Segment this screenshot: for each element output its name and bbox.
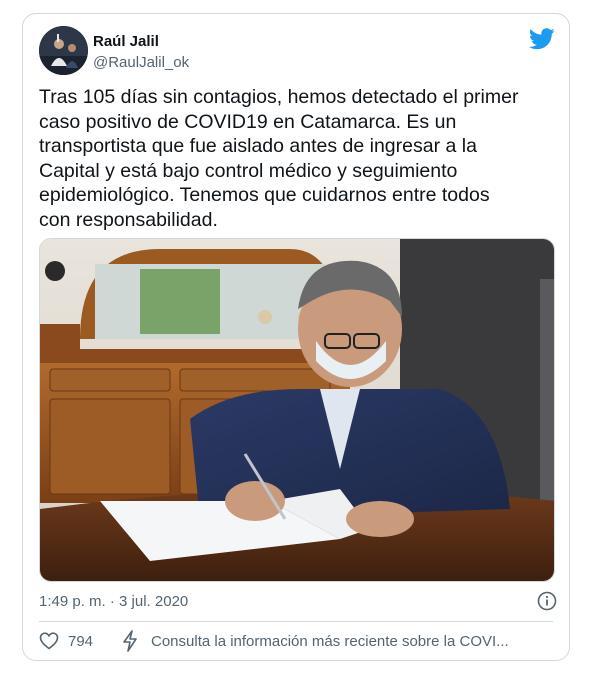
heart-icon[interactable] (39, 631, 59, 651)
tweet-timestamp[interactable]: 1:49 p. m. · 3 jul. 2020 (39, 593, 188, 610)
tweet-card: Raúl Jalil @RaulJalil_ok Tras 105 días s… (22, 13, 570, 661)
like-count: 794 (68, 633, 94, 650)
tweet-photo[interactable] (39, 238, 555, 582)
author-handle[interactable]: @RaulJalil_ok (93, 54, 189, 71)
info-icon[interactable] (537, 591, 557, 611)
lightning-icon (123, 630, 137, 652)
twitter-bird-icon[interactable] (529, 28, 555, 50)
avatar[interactable] (39, 26, 88, 75)
tweet-text: Tras 105 días sin contagios, hemos detec… (39, 86, 519, 231)
divider (39, 621, 553, 622)
author-name[interactable]: Raúl Jalil (93, 33, 159, 50)
covid-info-link[interactable]: Consulta la información más reciente sob… (151, 633, 509, 650)
